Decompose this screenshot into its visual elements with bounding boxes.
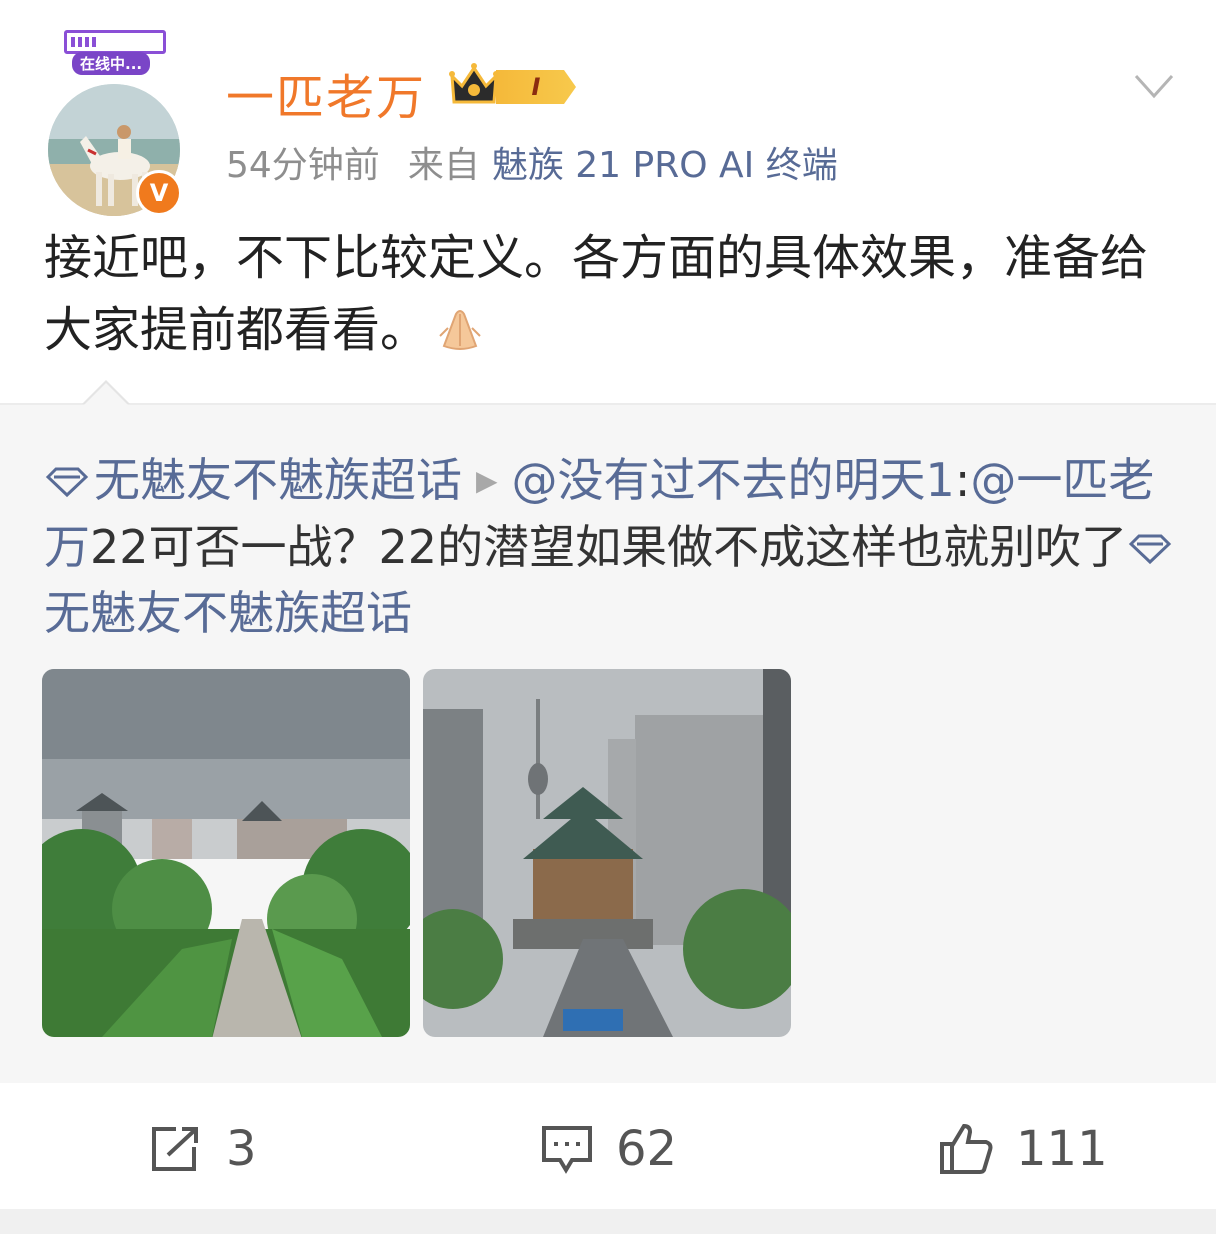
bottom-divider <box>0 1209 1216 1234</box>
post-time: 54分钟前 <box>226 145 380 186</box>
post-content: 接近吧，不下比较定义。各方面的具体效果，准备给大家提前都看看。 <box>44 222 1174 366</box>
thumbs-up-icon <box>940 1123 993 1174</box>
comment-button[interactable]: 62 <box>540 1121 677 1177</box>
online-status-label: 在线中... <box>72 52 151 75</box>
from-label: 来自 <box>407 145 480 186</box>
action-bar: 3 62 111 <box>0 1083 1216 1209</box>
super-topic-gem-icon <box>45 467 89 498</box>
photo-thumbnail-1[interactable] <box>42 669 410 1037</box>
repost-button[interactable]: 3 <box>150 1121 257 1177</box>
weibo-post: 在线中... V 一匹老万 I 54分钟前 来自 魅族 21 PRO AI 终端… <box>0 0 1216 1234</box>
play-triangle-icon: ▶ <box>476 464 498 497</box>
like-button[interactable]: 111 <box>938 1121 1108 1177</box>
topic-link-2[interactable]: 无魅友不魅族超话 <box>44 586 412 640</box>
super-topic-gem-icon <box>1128 534 1172 565</box>
post-meta: 54分钟前 来自 魅族 21 PRO AI 终端 <box>226 136 838 188</box>
online-badge-frame <box>64 30 166 54</box>
repost-card[interactable]: 无魅友不魅族超话 ▶ @没有过不去的明天1:@一匹老万22可否一战？22的潜望如果做… <box>0 380 1216 1085</box>
mention-link[interactable]: @没有过不去的明天1 <box>512 453 955 507</box>
device-link[interactable]: 魅族 21 PRO AI 终端 <box>492 145 838 186</box>
comment-count: 62 <box>616 1121 678 1177</box>
chevron-down-icon[interactable] <box>1132 66 1176 106</box>
verified-badge-icon: V <box>136 170 182 216</box>
like-count: 111 <box>1016 1121 1108 1177</box>
comment-icon <box>542 1126 592 1174</box>
repost-count: 3 <box>226 1121 257 1177</box>
crown-icon <box>449 63 499 104</box>
repost-text: 22可否一战？22的潜望如果做不成这样也就别吹了 <box>90 520 1128 574</box>
mention-colon: : <box>954 453 971 507</box>
post-text: 接近吧，不下比较定义。各方面的具体效果，准备给大家提前都看看。 <box>44 230 1149 358</box>
repost-content: 无魅友不魅族超话 ▶ @没有过不去的明天1:@一匹老万22可否一战？22的潜望如果做… <box>44 447 1184 646</box>
topic-link[interactable]: 无魅友不魅族超话 <box>94 453 462 507</box>
photo-thumbnail-2[interactable] <box>423 669 791 1037</box>
username[interactable]: 一匹老万 <box>226 58 426 128</box>
level-tag: I <box>496 70 576 104</box>
member-badge[interactable]: I <box>448 62 580 108</box>
avatar-container[interactable]: 在线中... V <box>46 30 186 216</box>
pray-emoji-icon <box>439 310 481 350</box>
share-icon <box>152 1127 198 1171</box>
